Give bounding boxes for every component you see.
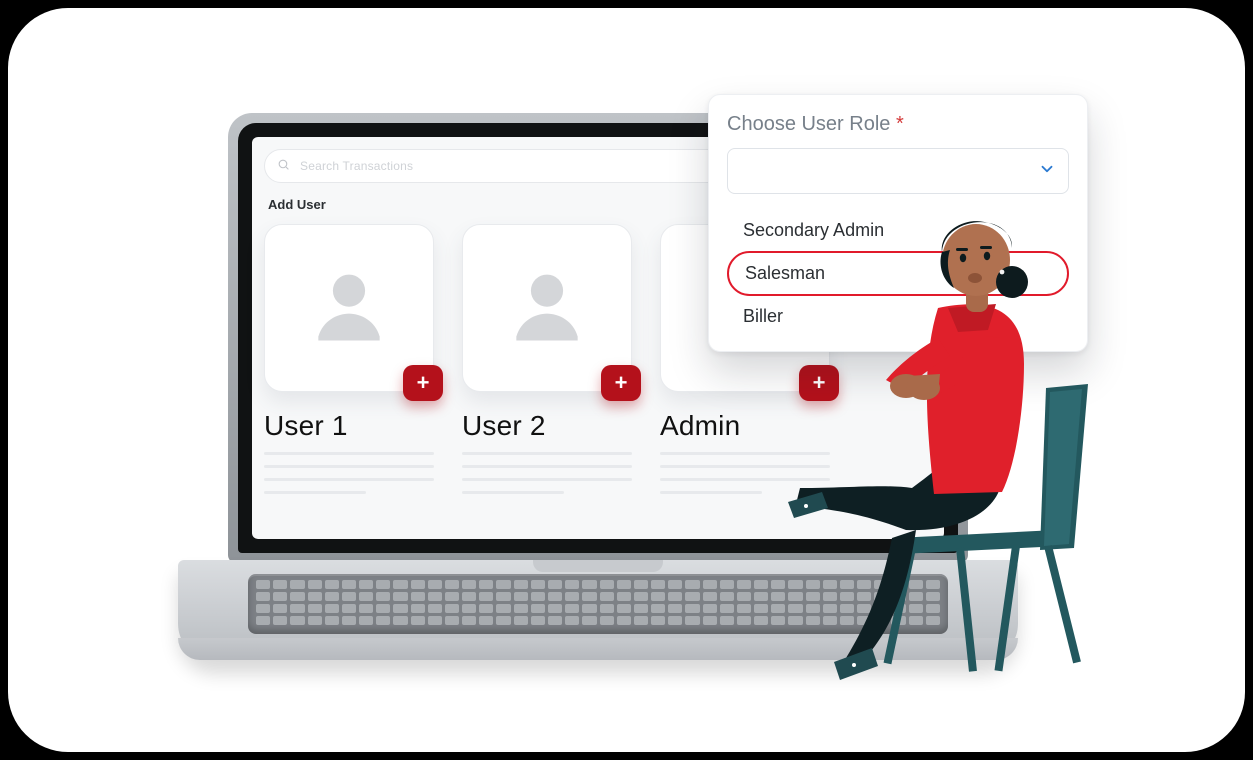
placeholder-lines (264, 452, 434, 494)
avatar-icon (501, 260, 593, 357)
avatar-icon (303, 260, 395, 357)
user-card[interactable]: + User 2 (462, 224, 632, 504)
user-card-label: User 1 (264, 410, 434, 442)
placeholder-lines (660, 452, 830, 494)
laptop-base (178, 560, 1018, 660)
user-card[interactable]: + User 1 (264, 224, 434, 504)
role-option-secondary-admin[interactable]: Secondary Admin (727, 210, 1069, 251)
role-options: Secondary Admin Salesman Biller (727, 210, 1069, 337)
search-icon (277, 158, 290, 174)
placeholder-lines (462, 452, 632, 494)
role-option-salesman[interactable]: Salesman (727, 251, 1069, 296)
viewport-frame: Search Transactions + Add User Add User (8, 8, 1245, 752)
chevron-down-icon (1038, 160, 1056, 183)
add-badge[interactable]: + (403, 365, 443, 401)
required-mark: * (896, 113, 904, 135)
add-badge[interactable]: + (799, 365, 839, 401)
keyboard (248, 574, 948, 634)
role-option-biller[interactable]: Biller (727, 296, 1069, 337)
add-badge[interactable]: + (601, 365, 641, 401)
role-panel: Choose User Role * Secondary Admin Sales… (708, 94, 1088, 352)
role-panel-title: Choose User Role * (727, 113, 1069, 136)
role-select[interactable] (727, 148, 1069, 194)
user-card-label: User 2 (462, 410, 632, 442)
user-card-label: Admin (660, 410, 830, 442)
